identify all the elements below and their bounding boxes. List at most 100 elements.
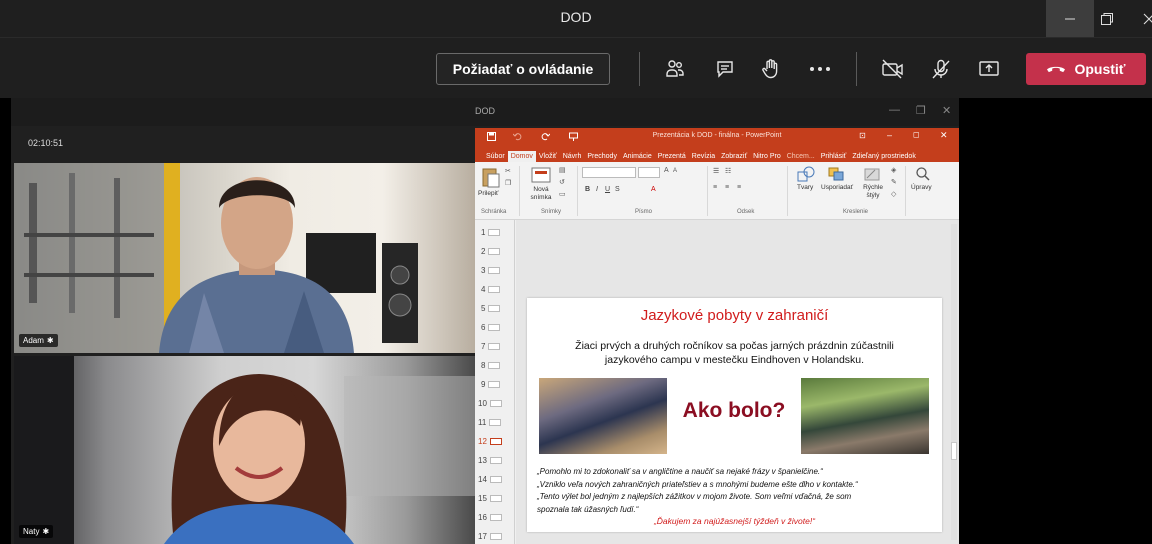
slide-thumbnail[interactable]: 10 bbox=[478, 399, 502, 408]
cut-icon[interactable]: ✂ bbox=[505, 167, 511, 175]
bold-icon[interactable]: B bbox=[585, 186, 590, 193]
slide-thumbnail[interactable]: 16 bbox=[478, 513, 502, 522]
video-tile-naty[interactable]: Naty ✱ bbox=[14, 356, 475, 544]
align-right-icon[interactable]: ≡ bbox=[737, 184, 741, 191]
shape-fill-icon[interactable]: ◈ bbox=[891, 166, 896, 174]
shared-screen: DOD — ❐ ✕ 02:10:51 Adam ✱ Naty ✱ Prezent… bbox=[11, 98, 959, 544]
shape-outline-icon[interactable]: ✎ bbox=[891, 178, 897, 186]
request-control-button[interactable]: Požiadať o ovládanie bbox=[436, 53, 610, 85]
participant-name-tag: Naty ✱ bbox=[19, 525, 54, 538]
slide-thumbnail-selected[interactable]: 12 bbox=[478, 437, 502, 446]
more-options-button[interactable] bbox=[808, 57, 832, 81]
tab-nitro[interactable]: Nitro Pro bbox=[750, 151, 784, 162]
tab-animations[interactable]: Animácie bbox=[620, 151, 655, 162]
layout-icon[interactable]: ▤ bbox=[559, 166, 566, 174]
slide-quotes[interactable]: „Pomohlo mi to zdokonaliť sa v angličtin… bbox=[537, 466, 937, 516]
align-center-icon[interactable]: ≡ bbox=[725, 184, 729, 191]
find-icon[interactable] bbox=[915, 166, 931, 182]
slide-thumbnail[interactable]: 17 bbox=[478, 532, 502, 541]
quick-styles-label[interactable]: Rýchle štýly bbox=[861, 184, 885, 200]
slide-thumbnail[interactable]: 8 bbox=[481, 361, 501, 370]
reset-icon[interactable]: ↺ bbox=[559, 178, 565, 186]
slide-thumbnail[interactable]: 7 bbox=[481, 342, 501, 351]
slide-intro-text[interactable]: Žiaci prvých a druhých ročníkov sa počas… bbox=[557, 339, 912, 367]
tab-transitions[interactable]: Prechody bbox=[584, 151, 620, 162]
new-slide-icon[interactable] bbox=[531, 166, 551, 184]
slide-thumbnail[interactable]: 13 bbox=[478, 456, 502, 465]
title-bar: DOD bbox=[0, 0, 1152, 37]
sign-in-link[interactable]: Prihlásiť bbox=[818, 151, 850, 162]
quick-styles-icon[interactable] bbox=[863, 166, 881, 182]
new-slide-label[interactable]: Nová snímka bbox=[527, 186, 555, 202]
shrink-font-icon[interactable]: A bbox=[673, 168, 677, 174]
current-slide[interactable]: Jazykové pobyty v zahraničí Žiaci prvých… bbox=[527, 298, 942, 532]
tab-design[interactable]: Návrh bbox=[560, 151, 585, 162]
slide-thumbnail[interactable]: 1 bbox=[481, 228, 501, 237]
edit-label[interactable]: Úpravy bbox=[911, 184, 932, 191]
participants-button[interactable] bbox=[663, 57, 687, 81]
slide-thumbnail[interactable]: 15 bbox=[478, 494, 502, 503]
ppt-close-icon[interactable]: ✕ bbox=[940, 130, 948, 141]
grow-font-icon[interactable]: A bbox=[664, 167, 669, 174]
copy-icon[interactable]: ❐ bbox=[505, 179, 511, 187]
align-left-icon[interactable]: ≡ bbox=[713, 184, 717, 191]
ppt-minimize-icon[interactable]: – bbox=[887, 130, 892, 140]
slide-thanks[interactable]: „Ďakujem za najúžasnejší týždeň v živote… bbox=[527, 516, 942, 526]
paste-label[interactable]: Prilepiť bbox=[478, 190, 499, 197]
font-color-icon[interactable]: A bbox=[651, 186, 656, 193]
ribbon-display-icon[interactable]: ⊡ bbox=[859, 131, 866, 140]
share-screen-button[interactable] bbox=[977, 57, 1001, 81]
video-tile-adam[interactable]: Adam ✱ bbox=[14, 163, 475, 353]
paste-icon[interactable] bbox=[481, 166, 501, 188]
mic-toggle-button[interactable] bbox=[929, 57, 953, 81]
arrange-label[interactable]: Usporiadať bbox=[821, 184, 853, 191]
arrange-icon[interactable] bbox=[827, 166, 845, 182]
bullets-icon[interactable]: ☰ bbox=[713, 167, 719, 175]
mic-off-icon bbox=[932, 59, 950, 79]
section-icon[interactable]: ▭ bbox=[559, 190, 566, 198]
shapes-icon[interactable] bbox=[797, 166, 815, 182]
numbering-icon[interactable]: ☷ bbox=[725, 167, 731, 175]
ppt-maximize-icon[interactable]: ◻ bbox=[913, 130, 920, 139]
restore-button[interactable] bbox=[1083, 0, 1131, 37]
tab-review[interactable]: Revízia bbox=[689, 151, 718, 162]
shapes-label[interactable]: Tvary bbox=[797, 184, 813, 191]
slide-photo-right[interactable] bbox=[801, 378, 929, 454]
underline-icon[interactable]: U bbox=[605, 186, 610, 193]
quote: spoznala tak úžasných ľudí.“ bbox=[537, 504, 639, 514]
slide-thumbnail[interactable]: 3 bbox=[481, 266, 501, 275]
slide-thumbnail[interactable]: 11 bbox=[478, 418, 502, 427]
tab-file[interactable]: Súbor bbox=[483, 151, 508, 162]
strikethrough-icon[interactable]: S bbox=[615, 186, 620, 193]
scrollbar-thumb[interactable] bbox=[951, 442, 957, 460]
leave-button[interactable]: Opustiť bbox=[1026, 53, 1146, 85]
close-button[interactable] bbox=[1125, 0, 1152, 37]
slide-thumbnail[interactable]: 6 bbox=[481, 323, 501, 332]
raise-hand-button[interactable] bbox=[759, 57, 783, 81]
slide-thumbnail[interactable]: 14 bbox=[478, 475, 502, 484]
slide-thumbnail[interactable]: 4 bbox=[481, 285, 501, 294]
slide-thumbnail[interactable]: 9 bbox=[481, 380, 501, 389]
font-size-select[interactable] bbox=[638, 167, 660, 178]
slide-headline[interactable]: Ako bolo? bbox=[667, 399, 801, 423]
chat-button[interactable] bbox=[713, 57, 737, 81]
slide-title[interactable]: Jazykové pobyty v zahraničí bbox=[527, 307, 942, 324]
shared-window-titlebar: DOD — ❐ ✕ bbox=[11, 98, 959, 126]
slide-photo-left[interactable] bbox=[539, 378, 667, 454]
slide-thumbnail[interactable]: 2 bbox=[481, 247, 501, 256]
tab-insert[interactable]: Vložiť bbox=[536, 151, 560, 162]
shape-effects-icon[interactable]: ◇ bbox=[891, 190, 896, 198]
italic-icon[interactable]: I bbox=[596, 186, 598, 193]
vertical-scrollbar[interactable] bbox=[951, 224, 957, 540]
camera-toggle-button[interactable] bbox=[881, 57, 905, 81]
slide-canvas[interactable]: Jazykové pobyty v zahraničí Žiaci prvých… bbox=[516, 220, 959, 544]
tab-slideshow[interactable]: Prezentá bbox=[655, 151, 689, 162]
restore-icon bbox=[1101, 12, 1113, 25]
share-button[interactable]: Zdieľaný prostriedok bbox=[849, 151, 919, 162]
tab-home[interactable]: Domov bbox=[507, 151, 536, 162]
leave-label: Opustiť bbox=[1074, 61, 1126, 77]
font-family-select[interactable] bbox=[582, 167, 636, 178]
slide-thumbnail[interactable]: 5 bbox=[481, 304, 501, 313]
tell-me-search[interactable]: Chcem... bbox=[784, 151, 818, 162]
tab-view[interactable]: Zobraziť bbox=[718, 151, 750, 162]
